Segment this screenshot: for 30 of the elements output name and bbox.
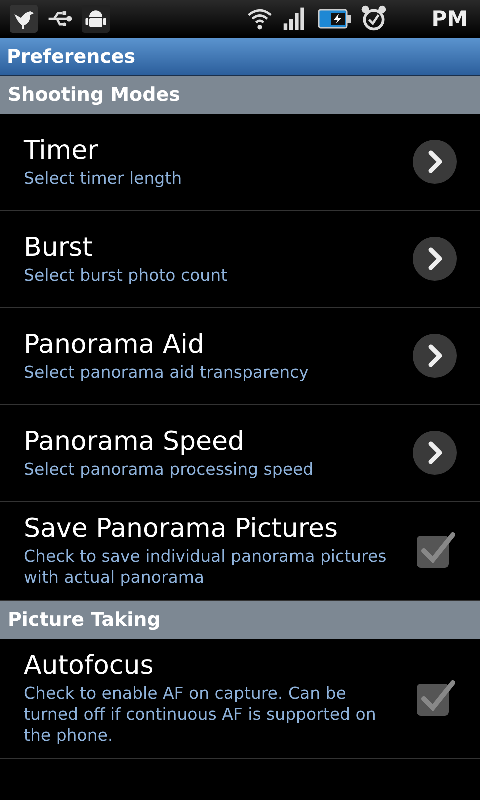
chevron-icon [412,430,458,476]
preference-summary: Select burst photo count [24,264,228,286]
preference-summary: Check to enable AF on capture. Can be turned off if continuous AF is supported on the phone. [24,683,378,746]
preference-title: Timer [24,136,100,166]
section-title: Picture Taking [8,609,161,631]
clock-time: PM [432,7,468,31]
preference-summary: Select timer length [24,168,182,188]
preference-summary: Select panorama processing speed [24,458,314,480]
chevron-icon [412,236,458,282]
chevron-icon [412,139,458,185]
alarm-icon [360,5,388,33]
screen-title: Preferences [7,46,136,68]
battery-charging-icon [318,7,352,31]
preference-row[interactable]: Autofocus Check to enable AF on capture. Can be turned off if continuous AF is supported on the phone. [0,639,480,759]
preference-title: Burst [24,232,94,262]
bird-icon[interactable] [10,5,38,33]
preference-title: Save Panorama Pictures [24,514,340,544]
preference-row[interactable]: Panorama Speed Select panorama processing speed [0,405,480,502]
checkbox[interactable] [416,532,456,570]
preference-title: Panorama Aid [24,330,206,360]
checkbox[interactable] [416,680,456,718]
preference-row[interactable]: Burst Select burst photo count [0,211,480,308]
preference-summary: Check to save individual panorama pictures with actual panorama [24,546,388,588]
preference-title: Autofocus [24,651,155,681]
preference-summary: Select panorama aid transparency [24,362,309,382]
section-title: Shooting Modes [8,84,180,106]
preference-row[interactable]: Timer Select timer length [0,114,480,211]
preference-title: Panorama Speed [24,426,246,456]
chevron-icon [412,333,458,379]
preference-row[interactable]: Panorama Aid Select panorama aid transparency [0,308,480,405]
